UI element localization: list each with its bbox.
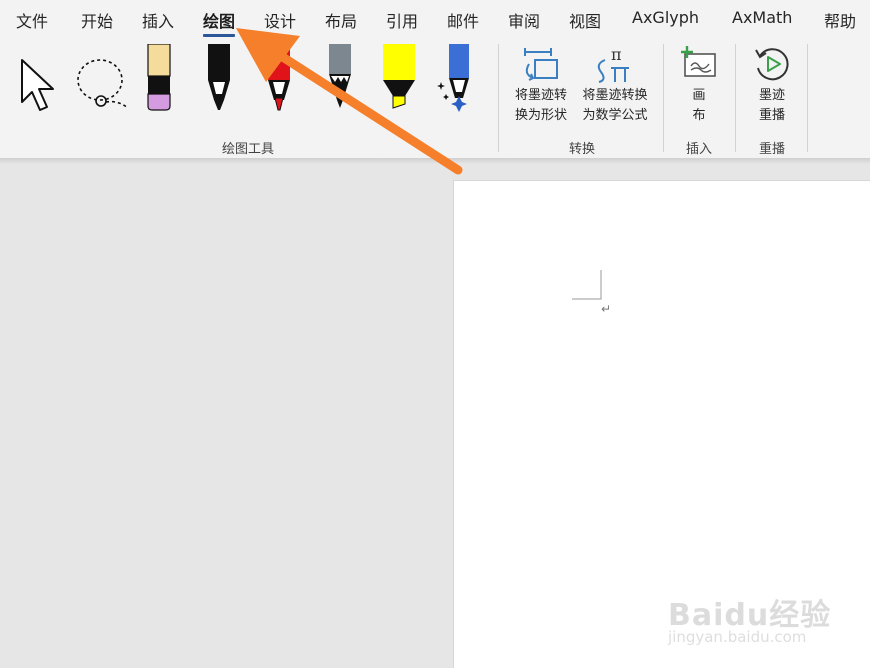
tab-draw[interactable]: 绘图 [203,8,236,37]
paragraph-mark: ↵ [601,302,612,316]
tab-view[interactable]: 视图 [569,8,601,32]
ribbon-shadow [0,158,870,164]
canvas-button[interactable]: 画 布 [678,86,720,126]
eraser-icon[interactable] [145,44,173,112]
canvas-icon[interactable] [679,44,719,80]
tab-file[interactable]: 文件 [16,8,48,32]
pen-black-icon[interactable] [204,44,234,114]
tab-help[interactable]: 帮助 [824,8,856,32]
ink-to-math-button[interactable]: 将墨迹转换 为数学公式 [574,86,656,126]
lasso-select-icon[interactable] [74,56,132,112]
tab-insert[interactable]: 插入 [142,8,174,32]
group-label-replay: 重播 [758,142,785,157]
tab-review[interactable]: 审阅 [508,8,540,32]
margin-corner-mark [572,270,602,300]
galaxy-pen-icon[interactable] [437,44,473,114]
tab-axmath[interactable]: AxMath [732,8,792,27]
select-pointer-icon[interactable] [18,58,58,112]
pen-red-icon[interactable] [264,44,294,114]
tab-mailings[interactable]: 邮件 [447,8,479,32]
watermark-url: jingyan.baidu.com [668,628,807,646]
ink-replay-button[interactable]: 墨迹 重播 [748,86,796,126]
ink-to-math-icon[interactable]: π [593,44,635,84]
group-label-convert: 转换 [568,142,595,157]
tab-design[interactable]: 设计 [264,8,296,32]
ribbon-tab-bar: 文件 开始 插入 绘图 设计 布局 引用 邮件 审阅 视图 AxGlyph Ax… [0,0,870,40]
group-label-insert: 插入 [685,142,712,157]
ink-replay-icon[interactable] [752,44,792,84]
ink-to-shape-button[interactable]: 将墨迹转 换为形状 [508,86,574,126]
tab-home[interactable]: 开始 [81,8,113,32]
svg-text:π: π [611,45,622,64]
group-divider [663,44,664,152]
ink-to-shape-icon[interactable] [521,46,561,84]
group-divider [807,44,808,152]
tab-layout[interactable]: 布局 [325,8,357,32]
group-divider [498,44,499,152]
group-divider [735,44,736,152]
highlighter-yellow-icon[interactable] [381,44,417,114]
group-label-drawing-tools: 绘图工具 [221,142,274,157]
tab-axglyph[interactable]: AxGlyph [632,8,699,27]
pencil-gray-icon[interactable] [325,44,355,114]
tab-references[interactable]: 引用 [386,8,418,32]
